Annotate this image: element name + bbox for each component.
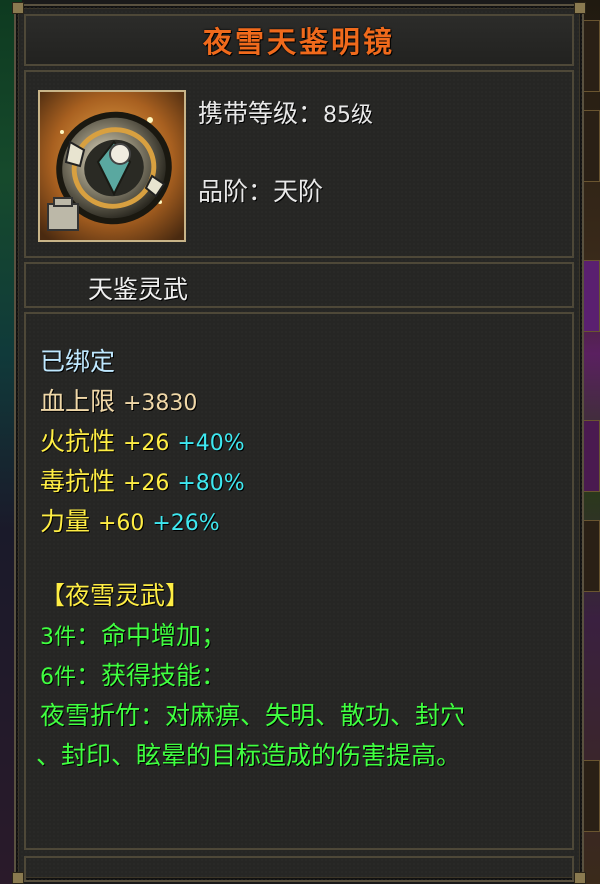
stat-fire-resist: 火抗性 +26 +40% — [40, 422, 245, 458]
item-tooltip: 夜雪天鉴明镜 携带等级：85级 品阶：天阶 天鉴灵武 已绑定 血上限 +3830… — [12, 2, 586, 884]
stat-strength-label: 力量 — [40, 507, 91, 536]
stat-poison-resist: 毒抗性 +26 +80% — [40, 462, 245, 498]
item-name: 夜雪天鉴明镜 — [202, 25, 395, 59]
carry-level-value: 85级 — [323, 103, 374, 128]
carry-level: 携带等级：85级 — [198, 94, 373, 130]
tooltip-footer — [24, 856, 574, 880]
stat-poison-percent: +80% — [177, 471, 245, 496]
frame-corner — [574, 872, 586, 884]
set-name: 【夜雪灵武】 — [40, 581, 191, 610]
stat-fire-label: 火抗性 — [40, 427, 116, 456]
stat-fire-percent: +40% — [177, 431, 245, 456]
set-bonus-3-text: ：命中增加； — [76, 621, 227, 650]
stat-fire-value: +26 — [122, 431, 170, 456]
item-category-bar: 天鉴灵武 — [24, 262, 574, 308]
stat-poison-value: +26 — [122, 471, 170, 496]
stat-poison-label: 毒抗性 — [40, 467, 116, 496]
carry-level-label: 携带等级： — [198, 99, 324, 128]
stat-strength-percent: +26% — [152, 511, 220, 536]
grade-value: 天阶 — [273, 177, 324, 206]
frame-corner — [12, 2, 24, 14]
item-category: 天鉴灵武 — [88, 275, 189, 304]
frame-corner — [12, 872, 24, 884]
item-grade: 品阶：天阶 — [198, 172, 323, 208]
stat-strength: 力量 +60 +26% — [40, 502, 220, 538]
stat-strength-value: +60 — [97, 511, 145, 536]
grade-label: 品阶： — [198, 177, 274, 206]
set-skill-line-1: 夜雪折竹：对麻痹、失明、散功、封穴 — [40, 701, 466, 730]
stat-hp: 血上限 +3830 — [40, 382, 197, 418]
set-bonus-6-text: ：获得技能： — [76, 661, 227, 690]
stat-hp-label: 血上限 — [40, 387, 116, 416]
set-bonus-6-count: 6件 — [40, 665, 76, 690]
mirror-shield-icon — [38, 90, 186, 242]
item-header: 携带等级：85级 品阶：天阶 — [24, 70, 574, 258]
set-skill-line-2: 、封印、眩晕的目标造成的伤害提高。 — [36, 741, 462, 770]
frame-corner — [574, 2, 586, 14]
set-bonus-3: 3件：命中增加； — [40, 616, 226, 652]
set-bonus-6: 6件：获得技能： — [40, 656, 226, 692]
item-stats: 已绑定 血上限 +3830 火抗性 +26 +40% 毒抗性 +26 +80% … — [24, 312, 574, 850]
tooltip-title-bar: 夜雪天鉴明镜 — [24, 14, 574, 66]
stat-hp-value: +3830 — [122, 391, 198, 416]
bound-status: 已绑定 — [40, 347, 116, 376]
set-bonus-3-count: 3件 — [40, 625, 76, 650]
